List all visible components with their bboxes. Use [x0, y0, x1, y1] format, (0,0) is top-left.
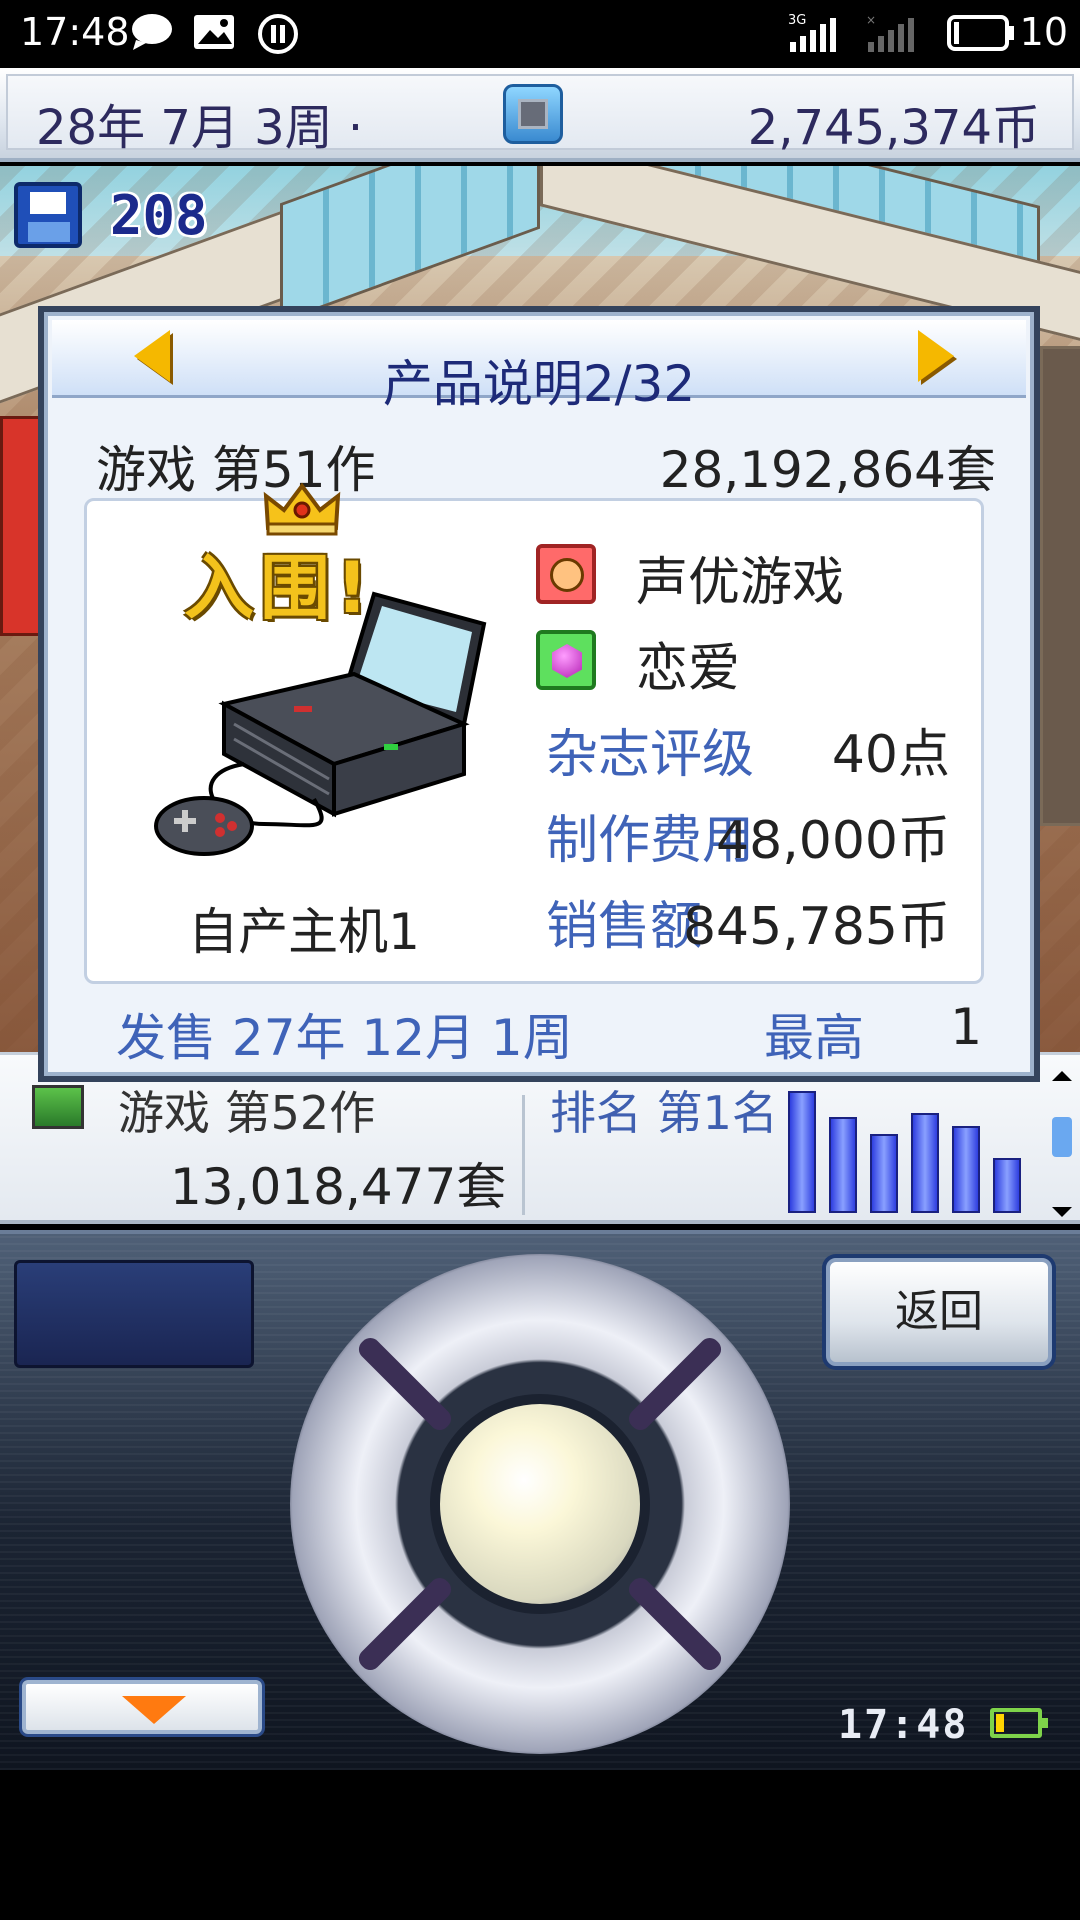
dialog-title: 产品说明2/32: [382, 355, 696, 413]
list-scrollbar[interactable]: [1050, 1069, 1074, 1219]
best-rank-label: 最高: [764, 1009, 864, 1067]
floppy-label: [30, 192, 66, 214]
camera-icon: [518, 99, 548, 129]
magazine-rating-value: 40点: [831, 725, 950, 785]
product-description-dialog: 产品说明2/32 游戏 第51作 28,192,864套 入围! 自产主机1 声…: [38, 306, 1040, 1082]
console-name: 自产主机1: [188, 903, 420, 961]
game-thumbnail-icon: [32, 1085, 84, 1129]
network-label: 3G: [788, 13, 806, 28]
sales-bar: [952, 1126, 980, 1213]
scrollbar-thumb[interactable]: [1052, 1117, 1072, 1157]
confirm-button[interactable]: [430, 1394, 650, 1614]
sales-bar: [911, 1113, 939, 1213]
camera-view-button[interactable]: [503, 84, 563, 144]
game-top-bar: 28年 7月 3周 · 2,745,374币: [0, 68, 1080, 162]
feature-voice-acting: 声优游戏: [636, 553, 845, 613]
pause-circle-icon: [258, 14, 298, 54]
status-time: 17:48: [20, 10, 130, 54]
best-rank-value: 1: [950, 998, 982, 1056]
scroll-up-arrow-icon[interactable]: [1050, 1069, 1074, 1083]
magazine-rating-label: 杂志评级: [546, 725, 755, 785]
dpad-gap: [624, 1573, 726, 1675]
battery-icon: [947, 15, 1014, 51]
row-game-title: 游戏 第52作: [118, 1086, 376, 1140]
chat-bubble-icon: [132, 14, 172, 50]
romance-gem-icon: [536, 630, 596, 690]
save-count: 208: [110, 184, 208, 247]
office-window: [280, 166, 540, 324]
crown-icon: [263, 482, 341, 536]
battery-nub: [1042, 1718, 1048, 1728]
system-status-bar: 17:48 3G × 10: [0, 0, 1080, 68]
production-cost-value: 48,000币: [716, 811, 950, 871]
release-date: 发售 27年 12月 1周: [116, 1009, 573, 1067]
feature-romance: 恋爱: [636, 639, 741, 699]
controller-display: [14, 1260, 254, 1368]
money-counter: 2,745,374币: [747, 100, 1040, 156]
dpad-gap: [624, 1333, 726, 1435]
floppy-slot: [28, 222, 70, 242]
dialog-header: 产品说明2/32: [52, 320, 1026, 413]
back-button[interactable]: 返回: [826, 1258, 1052, 1366]
gem-icon: [552, 644, 582, 678]
game-date: 28年 7月 3周 ·: [36, 100, 364, 156]
units-sold: 28,192,864套: [659, 441, 996, 499]
revenue-value: 845,785币: [682, 897, 950, 957]
menu-toggle-button[interactable]: [22, 1680, 262, 1734]
sales-bar: [829, 1117, 857, 1213]
sales-mini-chart: [788, 1085, 1028, 1213]
sales-bar: [788, 1091, 816, 1213]
row-rank: 排名 第1名: [550, 1086, 778, 1140]
game-battery-icon: [990, 1708, 1048, 1738]
image-icon: [194, 15, 234, 49]
battery-percent: 10: [1019, 10, 1068, 54]
row-units-sold: 13,018,477套: [170, 1158, 507, 1216]
office-shelf: [1040, 346, 1080, 826]
next-arrow-icon[interactable]: [918, 330, 954, 382]
floppy-disk-icon[interactable]: [14, 182, 82, 248]
direction-pad[interactable]: [290, 1254, 790, 1754]
sales-bar: [993, 1158, 1021, 1213]
game-clock: 17:48: [838, 1702, 969, 1748]
dpad-gap: [354, 1333, 456, 1435]
row-divider: [522, 1095, 525, 1215]
face-icon: [550, 558, 584, 592]
svg-text:×: ×: [866, 13, 876, 27]
dpad-gap: [354, 1573, 456, 1675]
battery-fill: [996, 1714, 1004, 1732]
voice-actor-icon: [536, 544, 596, 604]
down-arrow-icon: [122, 1696, 186, 1724]
revenue-label: 销售额: [546, 897, 703, 957]
signal-no-sim-icon: ×: [866, 13, 914, 52]
virtual-controller: 返回 17:48: [0, 1230, 1080, 1770]
signal-3g-icon: 3G: [788, 13, 836, 52]
scroll-down-arrow-icon[interactable]: [1050, 1205, 1074, 1219]
game-console-icon: [154, 591, 487, 856]
sales-bar: [870, 1134, 898, 1213]
